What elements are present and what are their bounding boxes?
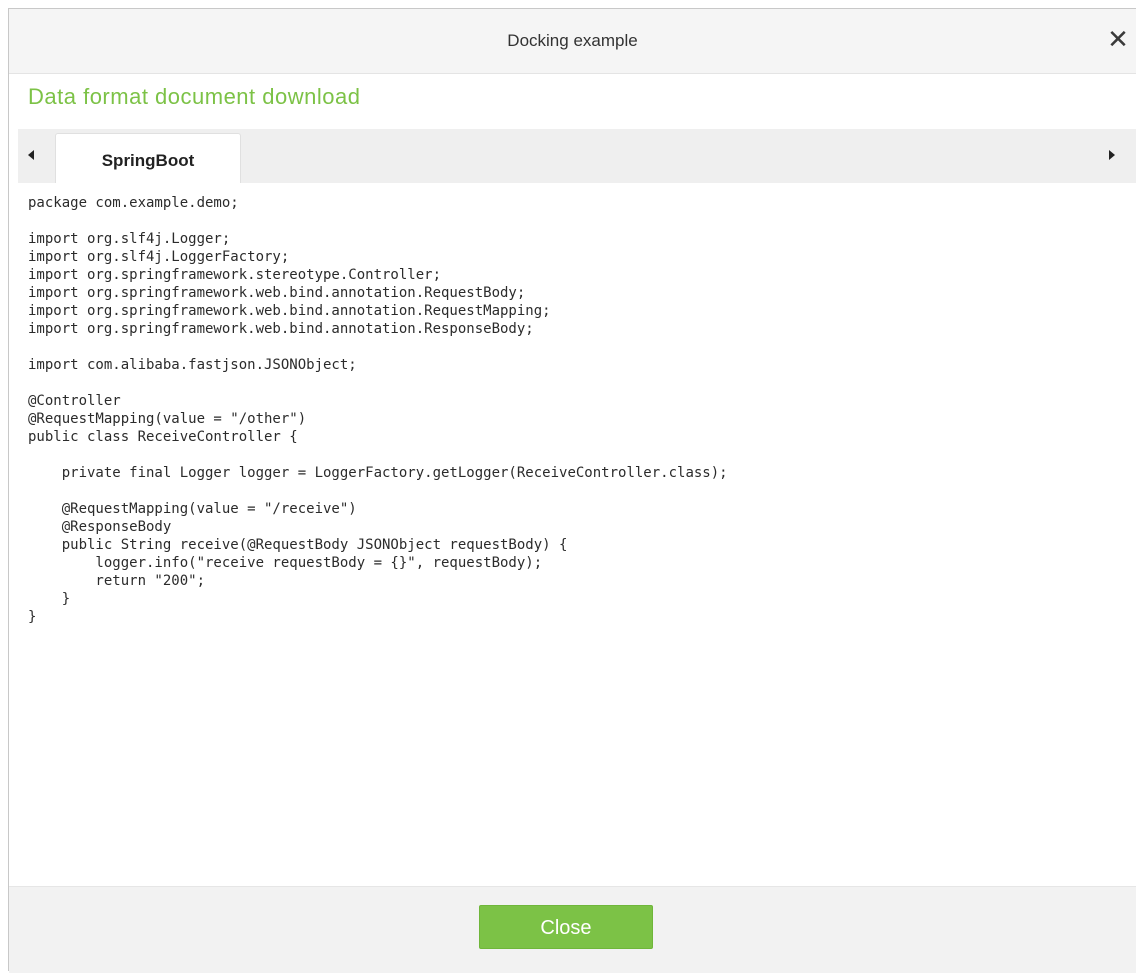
code-line: } [28,609,37,625]
docking-example-dialog: Docking example ✕ Data format document d… [8,8,1136,973]
caret-left-icon[interactable] [24,147,40,163]
code-line: import org.slf4j.Logger; [28,231,231,247]
code-sample: package com.example.demo; import org.slf… [28,194,728,626]
tab-label: SpringBoot [101,151,195,170]
code-line: return "200"; [28,573,206,589]
caret-right-icon[interactable] [1103,147,1119,163]
close-button[interactable]: Close [479,905,653,949]
code-line: import org.springframework.stereotype.Co… [28,267,442,283]
code-line: public class ReceiveController { [28,429,298,445]
code-line: package com.example.demo; [28,195,239,211]
dialog-header: Docking example ✕ [9,9,1136,74]
close-icon[interactable]: ✕ [1104,25,1132,53]
code-line: public String receive(@RequestBody JSONO… [28,537,568,553]
code-line: import org.springframework.web.bind.anno… [28,321,534,337]
code-line: @RequestMapping(value = "/receive") [28,501,357,517]
code-line: import com.alibaba.fastjson.JSONObject; [28,357,357,373]
code-line: private final Logger logger = LoggerFact… [28,465,728,481]
dialog-title: Docking example [507,31,638,50]
tab-strip: SpringBoot [18,129,1136,183]
code-line: } [28,591,71,607]
dialog-footer: Close [9,886,1136,973]
code-line: @Controller [28,393,121,409]
tab-springboot[interactable]: SpringBoot [55,133,241,183]
code-line: logger.info("receive requestBody = {}", … [28,555,543,571]
code-line: @ResponseBody [28,519,172,535]
code-line: import org.slf4j.LoggerFactory; [28,249,290,265]
data-format-document-download-link[interactable]: Data format document download [28,84,360,110]
code-line: import org.springframework.web.bind.anno… [28,303,551,319]
code-line: import org.springframework.web.bind.anno… [28,285,526,301]
code-line: @RequestMapping(value = "/other") [28,411,307,427]
